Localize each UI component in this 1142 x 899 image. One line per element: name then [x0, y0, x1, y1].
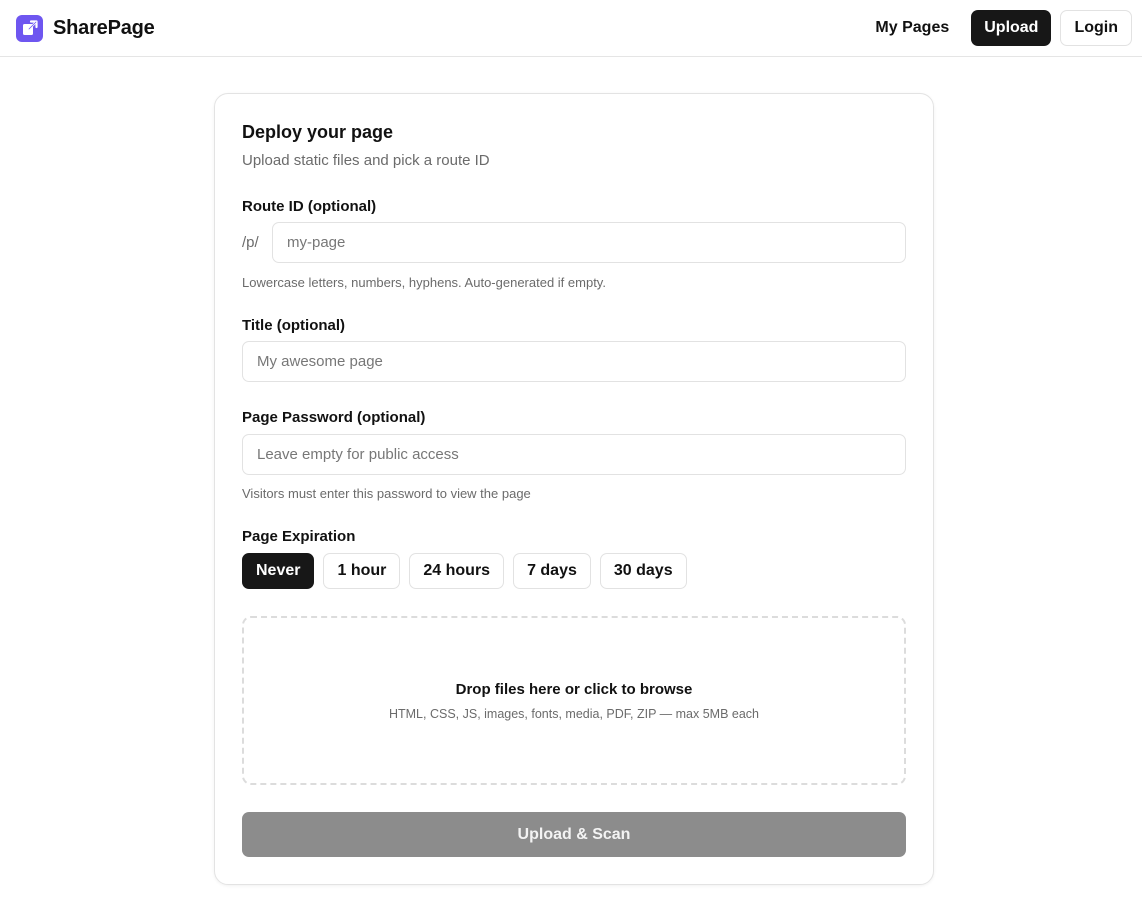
expiration-30-days[interactable]: 30 days — [599, 553, 687, 589]
expiration-never[interactable]: Never — [242, 553, 315, 589]
password-label: Page Password (optional) — [242, 409, 426, 426]
title-label: Title (optional) — [242, 317, 346, 334]
deploy-card: Deploy your page Upload static files and… — [214, 93, 934, 885]
route-prefix: /p/ — [242, 234, 259, 251]
title-input[interactable] — [242, 341, 906, 382]
share-arrow-icon — [16, 14, 43, 42]
route-id-label: Route ID (optional) — [242, 198, 377, 215]
brand-name: SharePage — [53, 16, 155, 39]
expiration-7-days[interactable]: 7 days — [513, 553, 591, 589]
file-dropzone[interactable]: Drop files here or click to browse HTML,… — [242, 616, 906, 785]
dropzone-subtitle: HTML, CSS, JS, images, fonts, media, PDF… — [388, 706, 760, 721]
expiration-24-hours[interactable]: 24 hours — [409, 553, 505, 589]
nav-login-button[interactable]: Login — [1060, 10, 1132, 46]
top-nav-bar: SharePage My Pages Upload Login — [0, 0, 1142, 57]
expiration-1-hour[interactable]: 1 hour — [323, 553, 401, 589]
upload-scan-button[interactable]: Upload & Scan — [242, 812, 906, 857]
route-id-input[interactable] — [272, 222, 906, 263]
nav-upload-button[interactable]: Upload — [971, 10, 1052, 46]
password-input[interactable] — [242, 434, 906, 475]
brand[interactable]: SharePage — [16, 14, 155, 42]
route-id-hint: Lowercase letters, numbers, hyphens. Aut… — [242, 275, 606, 290]
expiration-label: Page Expiration — [242, 528, 356, 545]
password-hint: Visitors must enter this password to vie… — [242, 486, 531, 501]
main-nav: My Pages Upload Login — [862, 10, 1132, 46]
nav-my-pages[interactable]: My Pages — [862, 11, 962, 45]
card-title: Deploy your page — [242, 122, 394, 142]
card-subtitle: Upload static files and pick a route ID — [242, 152, 490, 169]
expiration-options: Never 1 hour 24 hours 7 days 30 days — [242, 553, 687, 589]
dropzone-title: Drop files here or click to browse — [455, 680, 693, 698]
